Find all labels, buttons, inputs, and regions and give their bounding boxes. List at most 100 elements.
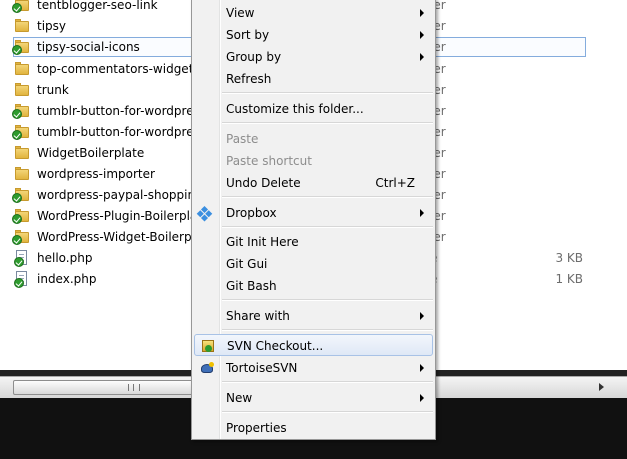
- file-row[interactable]: index.php: [14, 269, 96, 289]
- grip-icon: [128, 384, 140, 391]
- menu-item-label: Share with: [226, 309, 290, 323]
- menu-item-dropbox[interactable]: Dropbox: [194, 202, 433, 224]
- folder-svn-icon: [12, 229, 30, 245]
- file-name: WordPress-Plugin-Boilerplate: [37, 209, 210, 223]
- folder-icon: [14, 145, 30, 161]
- submenu-arrow-icon: [420, 364, 424, 372]
- menu-item-label: Git Gui: [226, 257, 268, 271]
- menu-item-label: Paste: [226, 132, 259, 146]
- menu-item-label: Group by: [226, 50, 282, 64]
- menu-item-sort-by[interactable]: Sort by: [194, 24, 433, 46]
- folder-icon: [14, 166, 30, 182]
- menu-item-view[interactable]: View: [194, 2, 433, 24]
- file-row[interactable]: tentblogger-seo-link: [12, 0, 158, 15]
- file-name: tipsy-social-icons: [37, 40, 140, 54]
- menu-separator: [222, 196, 433, 198]
- menu-item-git-bash[interactable]: Git Bash: [194, 275, 433, 297]
- submenu-arrow-icon: [420, 53, 424, 61]
- menu-item-label: Paste shortcut: [226, 154, 312, 168]
- menu-item-git-gui[interactable]: Git Gui: [194, 253, 433, 275]
- file-row[interactable]: top-commentators-widget: [14, 59, 193, 79]
- menu-item-label: View: [226, 6, 255, 20]
- folder-svn-icon: [12, 187, 30, 203]
- menu-separator: [222, 411, 433, 413]
- file-name: index.php: [37, 272, 97, 286]
- folder-svn-icon: [12, 0, 30, 13]
- menu-separator: [222, 299, 433, 301]
- menu-item-git-init-here[interactable]: Git Init Here: [194, 231, 433, 253]
- menu-item-paste[interactable]: Paste: [194, 128, 433, 150]
- submenu-arrow-icon: [420, 31, 424, 39]
- context-menu: View Sort by Group by Refresh Customize …: [191, 0, 436, 440]
- menu-item-label: Dropbox: [226, 206, 277, 220]
- file-row[interactable]: WordPress-Widget-Boilerplat: [12, 227, 207, 247]
- folder-icon: [14, 18, 30, 34]
- file-name: wordpress-importer: [37, 167, 155, 181]
- menu-item-properties[interactable]: Properties: [194, 417, 433, 439]
- file-row[interactable]: tipsy-social-icons: [12, 37, 140, 57]
- folder-svn-icon: [12, 208, 30, 224]
- folder-svn-icon: [12, 103, 30, 119]
- menu-item-group-by[interactable]: Group by: [194, 46, 433, 68]
- menu-separator: [222, 122, 433, 124]
- menu-separator: [222, 329, 433, 331]
- file-name: WidgetBoilerplate: [37, 146, 145, 160]
- file-name: tentblogger-seo-link: [37, 0, 158, 12]
- submenu-arrow-icon: [420, 9, 424, 17]
- file-name: tipsy: [37, 19, 67, 33]
- submenu-arrow-icon: [420, 394, 424, 402]
- menu-item-label: Git Init Here: [226, 235, 299, 249]
- menu-item-label: Customize this folder...: [226, 102, 364, 116]
- menu-item-label: Git Bash: [226, 279, 277, 293]
- folder-icon: [14, 61, 30, 77]
- tortoisesvn-icon: [199, 360, 215, 376]
- menu-separator: [222, 92, 433, 94]
- scroll-right-arrow-icon[interactable]: [594, 380, 609, 395]
- menu-item-refresh[interactable]: Refresh: [194, 68, 433, 90]
- menu-item-paste-shortcut[interactable]: Paste shortcut: [194, 150, 433, 172]
- file-row[interactable]: tumblr-button-for-wordpress: [12, 101, 207, 121]
- file-row[interactable]: tipsy: [14, 16, 66, 36]
- menu-item-undo-delete[interactable]: Undo Delete Ctrl+Z: [194, 172, 433, 194]
- file-row[interactable]: trunk: [14, 80, 69, 100]
- php-file-icon: [14, 250, 30, 267]
- menu-item-label: Refresh: [226, 72, 272, 86]
- menu-item-label: Properties: [226, 421, 287, 435]
- menu-item-share-with[interactable]: Share with: [194, 305, 433, 327]
- folder-svn-icon: [12, 39, 30, 55]
- submenu-arrow-icon: [420, 312, 424, 320]
- dropbox-icon: [199, 205, 215, 221]
- file-name: wordpress-paypal-shopping-: [37, 188, 208, 202]
- file-row[interactable]: wordpress-importer: [14, 164, 155, 184]
- menu-item-label: Undo Delete: [226, 176, 301, 190]
- menu-item-shortcut: Ctrl+Z: [375, 176, 415, 190]
- file-name: hello.php: [37, 251, 93, 265]
- file-name: WordPress-Widget-Boilerplat: [37, 230, 207, 244]
- menu-item-customize-folder[interactable]: Customize this folder...: [194, 98, 433, 120]
- file-name: top-commentators-widget: [37, 62, 194, 76]
- php-file-icon: [14, 271, 30, 288]
- file-name: tumblr-button-for-wordpress: [37, 125, 207, 139]
- menu-item-label: TortoiseSVN: [226, 361, 298, 375]
- file-row[interactable]: WordPress-Plugin-Boilerplate: [12, 206, 210, 226]
- file-name: tumblr-button-for-wordpress: [37, 104, 207, 118]
- file-size: 3 KB: [555, 251, 583, 265]
- file-row[interactable]: hello.php: [14, 248, 92, 268]
- folder-svn-icon: [12, 124, 30, 140]
- menu-item-svn-checkout[interactable]: SVN Checkout...: [194, 334, 433, 356]
- menu-item-new[interactable]: New: [194, 387, 433, 409]
- menu-item-tortoisesvn[interactable]: TortoiseSVN: [194, 357, 433, 379]
- menu-separator: [222, 226, 433, 228]
- menu-item-label: New: [226, 391, 253, 405]
- menu-item-label: SVN Checkout...: [227, 339, 324, 353]
- submenu-arrow-icon: [420, 209, 424, 217]
- file-size: 1 KB: [555, 272, 583, 286]
- menu-item-label: Sort by: [226, 28, 270, 42]
- svn-checkout-icon: [200, 338, 216, 354]
- file-row[interactable]: WidgetBoilerplate: [14, 143, 144, 163]
- file-name: trunk: [37, 83, 69, 97]
- file-row[interactable]: tumblr-button-for-wordpress: [12, 122, 207, 142]
- file-row[interactable]: wordpress-paypal-shopping-: [12, 185, 208, 205]
- folder-icon: [14, 82, 30, 98]
- menu-separator: [222, 381, 433, 383]
